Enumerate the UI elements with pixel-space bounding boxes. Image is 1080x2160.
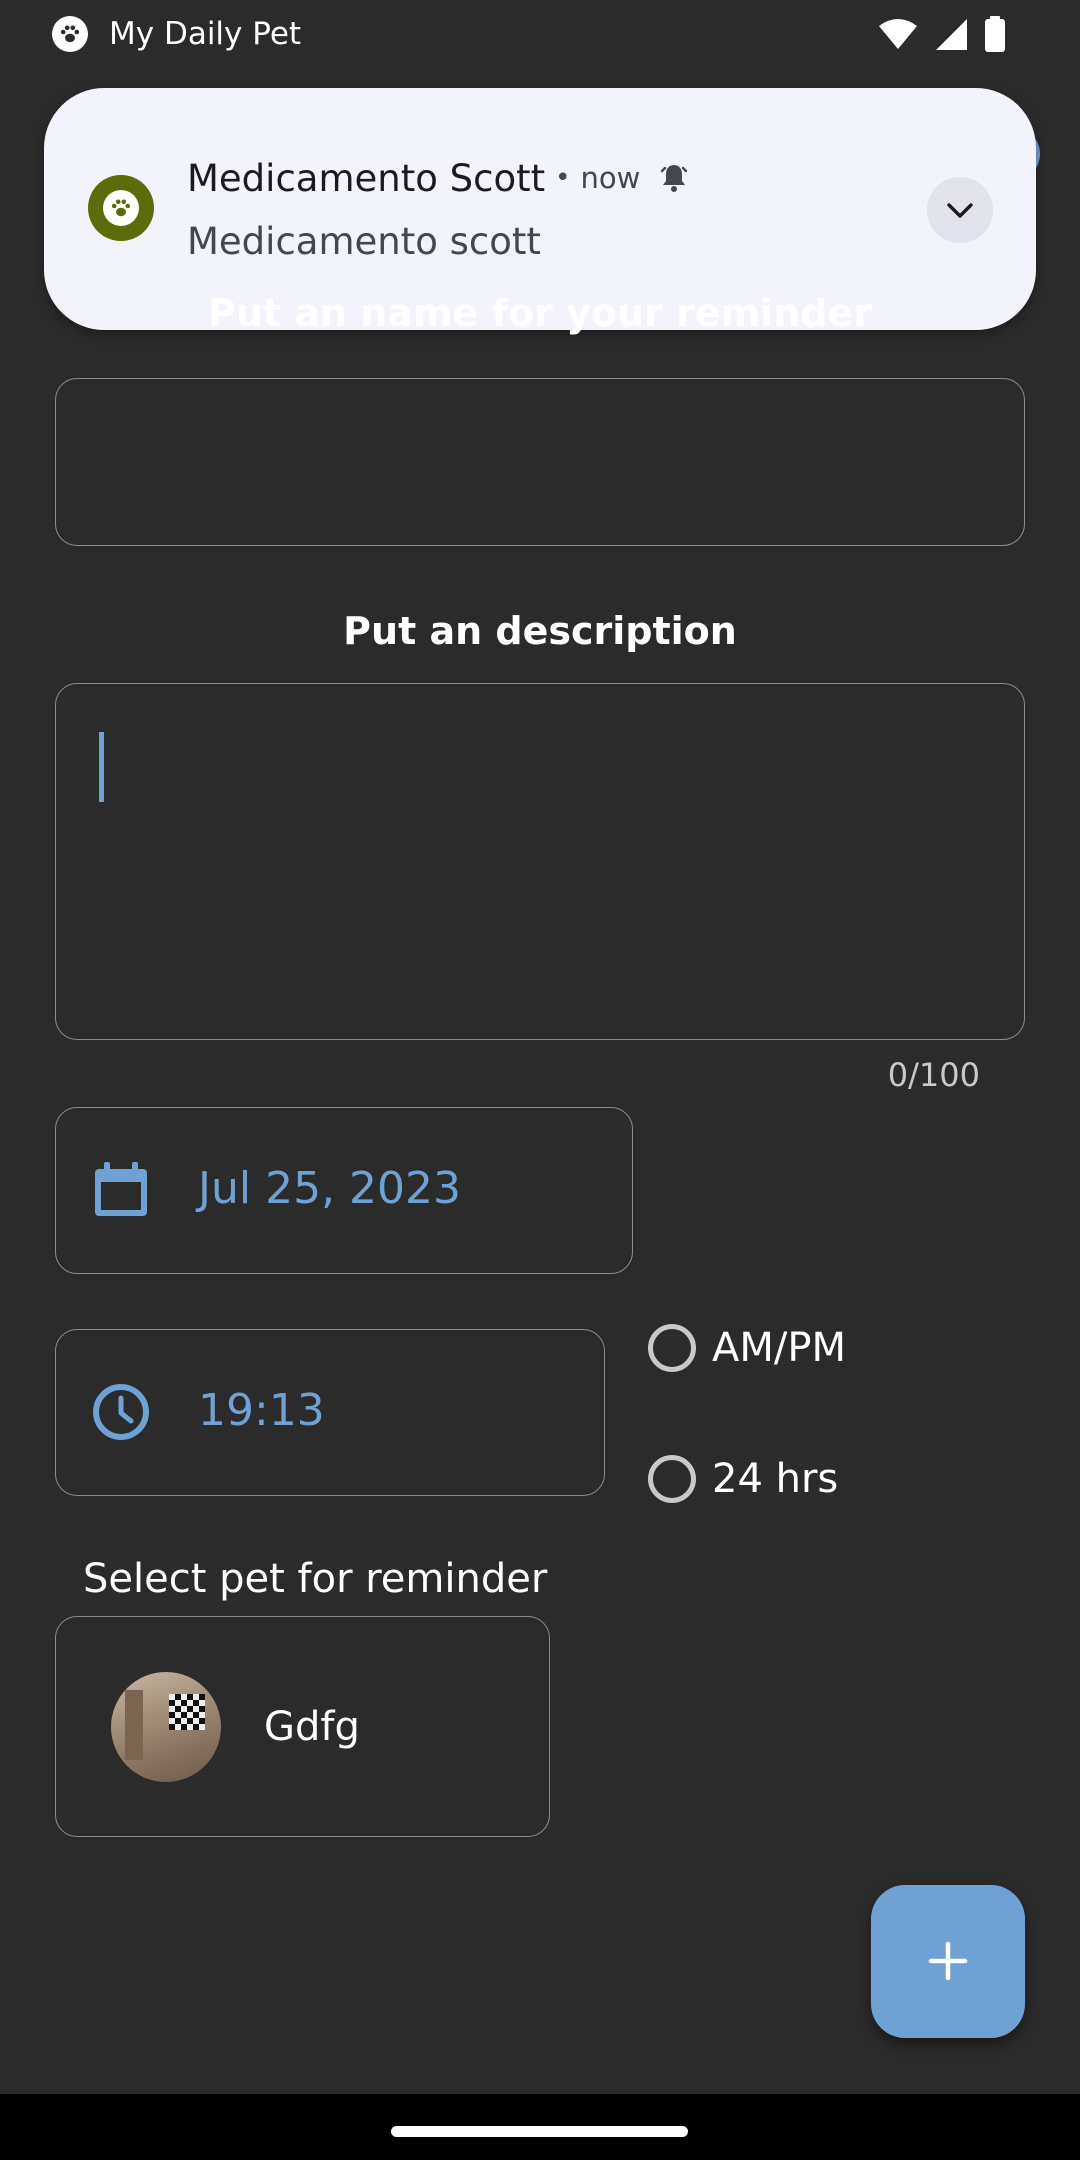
status-icons xyxy=(878,16,1006,52)
radio-24-hrs[interactable]: 24 hrs xyxy=(648,1449,838,1509)
radio-am-pm-label: AM/PM xyxy=(712,1325,846,1371)
add-reminder-button[interactable] xyxy=(871,1885,1025,2038)
notification-card[interactable]: Medicamento Scott • now Medicamento scot… xyxy=(44,88,1036,330)
pet-name: Gdfg xyxy=(264,1704,360,1750)
description-char-counter: 0/100 xyxy=(887,1056,980,1094)
time-picker-field[interactable]: 19:13 xyxy=(55,1329,605,1496)
status-app-name: My Daily Pet xyxy=(109,16,302,52)
status-bar: My Daily Pet xyxy=(0,0,1080,68)
wifi-icon xyxy=(879,19,917,49)
notification-time: now xyxy=(580,161,641,195)
home-gesture-handle[interactable] xyxy=(391,2126,688,2137)
time-value: 19:13 xyxy=(198,1385,325,1436)
bell-icon xyxy=(661,165,688,192)
paw-icon xyxy=(111,199,131,217)
notification-title: Medicamento Scott xyxy=(187,156,546,200)
description-label: Put an description xyxy=(343,609,737,653)
notification-body: Medicamento scott xyxy=(187,220,541,263)
pet-avatar xyxy=(111,1672,221,1782)
chevron-down-icon xyxy=(947,203,973,218)
notification-separator: • xyxy=(555,163,571,193)
date-picker-field[interactable]: Jul 25, 2023 xyxy=(55,1107,633,1274)
navigation-bar xyxy=(0,2094,1080,2160)
radio-circle[interactable] xyxy=(648,1455,696,1503)
plus-icon xyxy=(928,1941,968,1981)
description-input[interactable] xyxy=(55,683,1025,1040)
select-pet-label: Select pet for reminder xyxy=(83,1556,548,1602)
signal-icon xyxy=(936,19,967,50)
reminder-name-label: Put an name for your reminder xyxy=(208,298,872,335)
paw-icon xyxy=(52,16,88,52)
pet-card[interactable]: Gdfg xyxy=(55,1616,550,1837)
clock-icon xyxy=(93,1384,149,1440)
radio-24-hrs-label: 24 hrs xyxy=(712,1456,839,1502)
battery-icon xyxy=(985,16,1005,52)
notification-header: Medicamento Scott • now xyxy=(187,154,690,202)
calendar-icon xyxy=(95,1162,147,1216)
radio-am-pm[interactable]: AM/PM xyxy=(648,1318,846,1378)
date-value: Jul 25, 2023 xyxy=(198,1163,462,1214)
notification-expand-button[interactable] xyxy=(927,177,993,243)
text-cursor xyxy=(99,732,104,802)
notification-app-avatar xyxy=(88,175,154,241)
reminder-name-input[interactable] xyxy=(55,378,1025,546)
radio-circle[interactable] xyxy=(648,1324,696,1372)
